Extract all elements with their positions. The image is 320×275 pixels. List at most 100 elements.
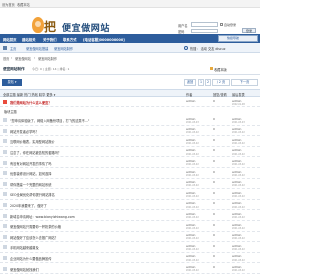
quick-nav-button[interactable]: 快捷导航 <box>218 35 258 42</box>
thread-title[interactable]: 帮你搭建一个完整的网站系统 <box>10 182 51 187</box>
thread-post-time: 2021-03-02 <box>186 163 199 167</box>
thread-row[interactable]: 帮你搭建一个完整的网站系统 admin 2021-03-02 0 admin 2021-0… <box>0 179 260 190</box>
thread-title[interactable]: 手机网站越来越普及 <box>10 245 39 250</box>
thread-reply-count: 0 <box>213 180 215 185</box>
thread-last-time: 2021-03-02 <box>232 141 245 145</box>
thread-row[interactable]: 注意了，你在网站被告知的套路吗？ admin 2021-03-02 0 admin 202… <box>0 147 260 158</box>
thread-last-time: 2021-03-02 <box>232 258 245 262</box>
thread-row[interactable]: 手机网站越来越普及 admin 2021-03-02 0 admin 2021-03-02 <box>0 242 260 253</box>
thread-post-time: 2021-03-03 <box>186 120 199 124</box>
thread-post-time: 2021-03-02 <box>186 194 199 198</box>
thread-reply-count: 0 <box>213 264 215 269</box>
subnav-item-cheap[interactable]: 便宜网站制作 <box>54 46 73 51</box>
thread-last-time: 2021-03-02 <box>232 194 245 198</box>
thread-icon <box>3 128 7 133</box>
thread-title[interactable]: 网站做好了应该怎么去推广网站？ <box>10 235 58 240</box>
thread-title[interactable]: 优惠装修设计网站，如何选择 <box>10 171 51 176</box>
thread-reply-count: 0 <box>213 222 215 227</box>
breadcrumb-home[interactable]: 首页 <box>3 56 9 61</box>
forum-info: 便宜网站制作 今日: 0 | 主题: 14 | 排名: 1 收藏本版 <box>0 63 260 75</box>
thread-post-time: 2021-03-02 <box>186 269 199 273</box>
thread-row[interactable]: "您申请体验版了，网络入网备份项目，打飞的这类不..." admin 2021-03… <box>0 115 260 126</box>
main-nav: 网站首页 建站相关 关于我们 联系方式 [电话客服]0000000000] 快捷… <box>0 34 260 43</box>
thread-post-time: 2021-03-02 <box>186 237 199 241</box>
thread-row[interactable]: 优惠装修设计网站，如何选择 admin 2021-03-02 0 admin 2021-0… <box>0 168 260 179</box>
thread-row[interactable]: SEO全局优化帮你提升网站排名 admin 2021-03-02 0 admin 2021… <box>0 189 260 200</box>
auto-login-checkbox[interactable] <box>220 22 223 26</box>
thread-icon <box>3 118 7 123</box>
next-page-button[interactable]: 下一页 <box>231 79 258 86</box>
breadcrumb-separator: › <box>34 56 36 60</box>
password-input[interactable] <box>191 28 218 34</box>
thread-last-time: 2021-03-03 <box>232 120 245 124</box>
thread-toolbar: 发帖 ▾ 返回 1 2 / 2 页 下一页 <box>0 76 260 88</box>
thread-title[interactable]: 网站开发者必学吗？ <box>10 129 39 134</box>
bookmark-link[interactable]: 收藏本站 <box>17 2 30 7</box>
thread-last-time: 2021-03-02 <box>232 173 245 177</box>
breadcrumb-separator: › <box>11 56 13 60</box>
thread-reply-count: 0 <box>213 158 215 163</box>
page-1-button[interactable]: 1 <box>198 79 204 86</box>
username-input[interactable] <box>191 22 218 27</box>
thread-post-time: 2021-03-02 <box>186 247 199 251</box>
new-post-button[interactable]: 发帖 ▾ <box>2 79 22 86</box>
thread-row[interactable]: 有没有对网站开发的事情了吗 admin 2021-03-02 0 admin 2021-0… <box>0 157 260 168</box>
thread-row[interactable]: 互联网价格表，实用型网站报价 admin 2021-03-02 0 admin 2021-… <box>0 136 260 147</box>
thread-title[interactable]: 我们是网站为什么这么便宜？ <box>10 100 51 105</box>
thread-row[interactable]: 便宜做网站只需要你一杯奶茶的价格 admin 2021-03-02 0 admin 202… <box>0 221 260 232</box>
thread-list-header: 全部主题 最新 热门 热帖 精华 更多 ▾ 作者 回复/查看 最后发表 <box>0 89 260 97</box>
thread-row[interactable]: 便宜做网站就找我们 admin 2021-03-02 0 admin 2021-03-02 <box>0 263 260 274</box>
thread-title[interactable]: "您申请体验版了，网络入网备份项目，打飞的这类不..." <box>10 118 89 123</box>
breadcrumb-current[interactable]: 便宜网站制作 <box>38 56 57 61</box>
thread-title[interactable]: 新域名申请网址：www.bianyizhiwang.com <box>10 214 75 219</box>
thread-reply-count: 0 <box>213 116 215 121</box>
nav-item-building[interactable]: 建站相关 <box>22 37 36 42</box>
section-label-text: 版块主题 <box>4 110 17 114</box>
thread-title[interactable]: 有没有对网站开发的事情了吗 <box>10 161 51 166</box>
thread-last-time: 2021-03-02 <box>232 152 245 156</box>
home-icon[interactable] <box>3 46 7 50</box>
search-icon[interactable] <box>184 46 188 50</box>
thread-post-time: 2021-03-02 <box>186 216 199 220</box>
subnav-item-build[interactable]: 便宜做网站搭建 <box>26 46 48 51</box>
thread-row[interactable]: 企业网站为什么要做品牌宣传 admin 2021-03-02 0 admin 2021-0… <box>0 253 260 264</box>
set-home-link[interactable]: 设为首页 <box>2 2 15 7</box>
sticky-thread-row[interactable]: 我们是网站为什么这么便宜？ admin 0 admin 2022-01-08 <box>0 97 260 107</box>
thread-title[interactable]: 便宜做网站就找我们 <box>10 267 39 272</box>
thread-post-time: 2021-03-02 <box>186 152 199 156</box>
thread-reply-count: 0 <box>213 169 215 174</box>
thread-title[interactable]: 互联网价格表，实用型网站报价 <box>10 139 55 144</box>
thread-reply-count: 0 <box>213 254 215 259</box>
breadcrumb-forum[interactable]: 便宜做网站 <box>15 56 31 61</box>
thread-last-time: 2021-03-02 <box>232 226 245 230</box>
page-2-button[interactable]: 2 <box>205 79 211 86</box>
nav-item-contact[interactable]: 联系方式 <box>63 37 77 42</box>
nav-item-home[interactable]: 网站首页 <box>3 37 17 42</box>
nav-item-phone[interactable]: [电话客服]0000000000] <box>83 37 125 42</box>
thread-title[interactable]: 便宜做网站只需要你一杯奶茶的价格 <box>10 224 61 229</box>
thread-post-time: 2021-03-02 <box>186 205 199 209</box>
thread-title[interactable]: 2020年我要来了，做好了 <box>10 203 47 208</box>
subnav-item-main[interactable]: 主页 <box>10 46 16 51</box>
back-button[interactable]: 返回 <box>184 79 196 86</box>
thread-last-time: 2021-03-02 <box>232 163 245 167</box>
thread-row[interactable]: 网站开发者必学吗？ admin 2021-03-02 0 admin 2021-03-02 <box>0 126 260 137</box>
search-hot-text[interactable]: 热搜： 活动 交友 discuz <box>190 46 225 51</box>
thread-icon <box>3 255 7 260</box>
thread-title[interactable]: SEO全局优化帮你提升网站排名 <box>10 192 55 197</box>
site-logo[interactable]: 便宜做网站 <box>62 21 110 34</box>
thread-row[interactable]: 2020年我要来了，做好了 admin 2021-03-02 0 admin 2021-0… <box>0 200 260 211</box>
section-label: 版块主题 <box>0 107 185 114</box>
thread-icon <box>3 234 7 239</box>
thread-row[interactable]: 网站做好了应该怎么去推广网站？ admin 2021-03-02 0 admin 2021… <box>0 232 260 243</box>
favorite-forum-link[interactable]: 收藏本版 <box>214 67 227 72</box>
thread-post-time: 2021-03-02 <box>186 258 199 262</box>
thread-reply-count: 0 <box>213 201 215 206</box>
thread-title[interactable]: 企业网站为什么要做品牌宣传 <box>10 256 51 261</box>
thread-author[interactable]: admin <box>186 99 195 103</box>
thread-title[interactable]: 注意了，你在网站被告知的套路吗？ <box>10 150 61 155</box>
nav-item-about[interactable]: 关于我们 <box>43 37 57 42</box>
thread-row[interactable]: 新域名申请网址：www.bianyizhiwang.com admin 2021-0… <box>0 210 260 221</box>
login-button[interactable]: 登录 <box>242 28 256 34</box>
site-header: 把 便宜做网站 用户名 自动登录 密码 登录 <box>0 8 260 34</box>
